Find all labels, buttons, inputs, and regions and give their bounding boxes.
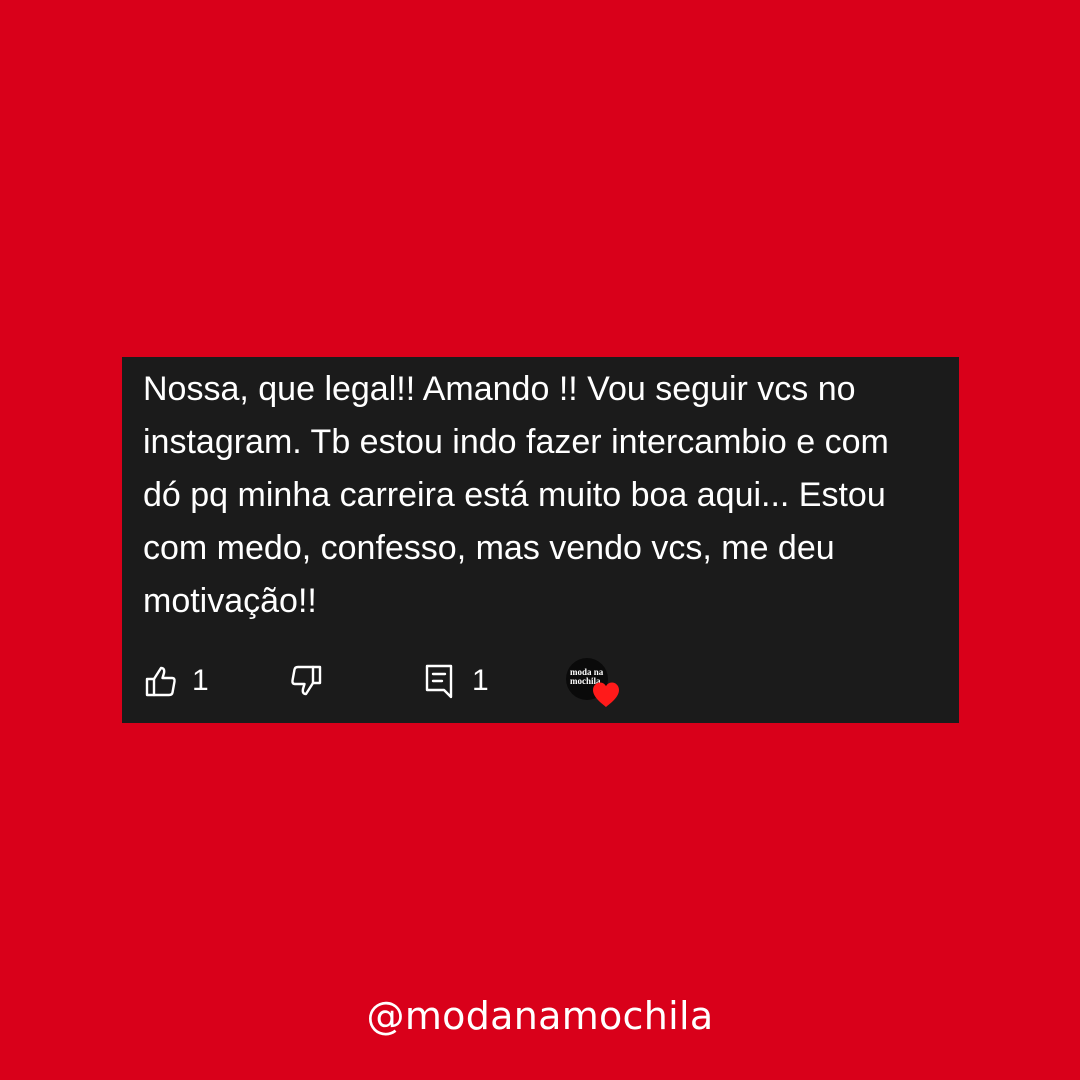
reply-button[interactable]: 1 — [424, 653, 489, 709]
instagram-handle: @modanamochila — [366, 994, 714, 1038]
thumbs-down-icon — [291, 665, 322, 696]
like-count: 1 — [192, 664, 209, 697]
comment-actions: 1 1 moda na mochila — [122, 653, 959, 709]
thumbs-up-icon — [145, 666, 176, 697]
comment-line-5: motivação!! — [143, 582, 317, 620]
comment-line-4: com medo, confesso, mas vendo vcs, me de… — [143, 529, 835, 567]
comment-line-3: dó pq minha carreira está muito boa aqui… — [143, 476, 886, 514]
creator-heart-badge: moda na mochila — [566, 658, 620, 708]
reply-count: 1 — [472, 664, 489, 697]
heart-icon — [593, 682, 619, 707]
comment-icon — [425, 664, 453, 699]
dislike-button[interactable] — [289, 653, 323, 709]
comment-text: Nossa, que legal!! Amando !! Vou seguir … — [143, 363, 955, 628]
comment-line-2: instagram. Tb estou indo fazer intercamb… — [143, 423, 889, 461]
comment-card: Nossa, que legal!! Amando !! Vou seguir … — [122, 357, 959, 723]
comment-line-1: Nossa, que legal!! Amando !! Vou seguir … — [143, 370, 856, 408]
like-button[interactable]: 1 — [144, 653, 209, 709]
